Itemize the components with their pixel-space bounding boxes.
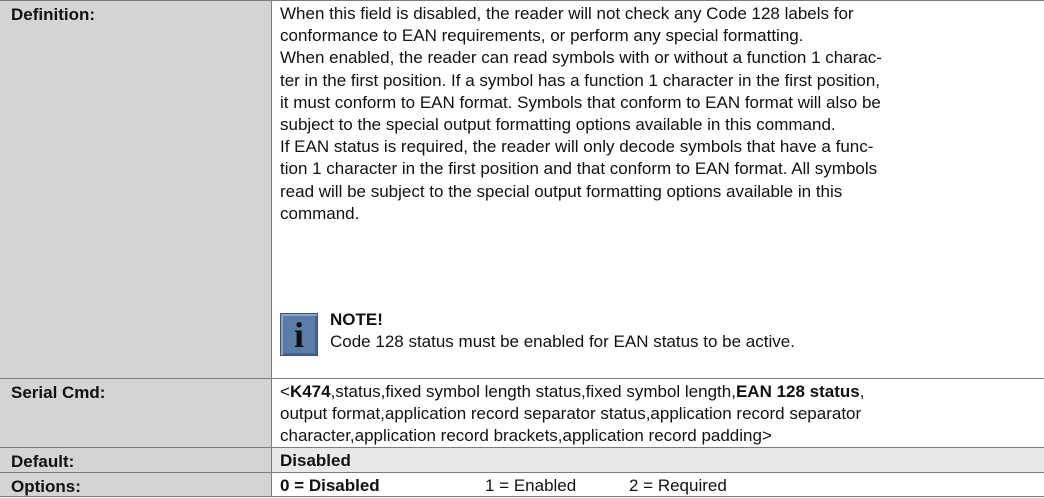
definition-row: Definition: When this field is disabled,… <box>0 0 1044 378</box>
options-cell: 0 = Disabled 1 = Enabled 2 = Required <box>272 473 1044 496</box>
serial-cmd-prefix: < <box>280 382 290 401</box>
definition-line: read will be subject to the special outp… <box>280 181 843 201</box>
serial-cmd-line: <K474,status,fixed symbol length status,… <box>280 381 1036 403</box>
definition-line: it must conform to EAN format. Symbols t… <box>280 92 881 112</box>
options-row: Options: 0 = Disabled 1 = Enabled 2 = Re… <box>0 472 1044 497</box>
serial-cmd-row: Serial Cmd: <K474,status,fixed symbol le… <box>0 378 1044 447</box>
note-box: i NOTE! Code 128 status must be enabled … <box>280 309 795 369</box>
serial-cmd-line: character,application record brackets,ap… <box>280 426 772 446</box>
note-text: Code 128 status must be enabled for EAN … <box>330 332 795 351</box>
serial-cmd-highlight: EAN 128 status <box>735 382 860 401</box>
option-enabled: 1 = Enabled <box>485 476 577 495</box>
options-label: Options: <box>0 473 272 496</box>
serial-cmd-comma: , <box>859 382 865 401</box>
serial-cmd-label: Serial Cmd: <box>0 379 272 447</box>
serial-cmd-cell: <K474,status,fixed symbol length status,… <box>272 379 1044 447</box>
info-icon: i <box>280 313 318 356</box>
definition-line: If EAN status is required, the reader wi… <box>280 137 874 157</box>
option-disabled: 0 = Disabled <box>280 476 380 495</box>
definition-line: subject to the special output formatting… <box>280 115 836 135</box>
serial-cmd-code: K474 <box>289 382 331 401</box>
definition-cell: When this field is disabled, the reader … <box>272 1 1044 378</box>
option-required: 2 = Required <box>629 476 727 495</box>
default-label: Default: <box>0 448 272 472</box>
note-title: NOTE! <box>330 310 383 329</box>
definition-line: When this field is disabled, the reader … <box>280 4 854 23</box>
parameter-table: Definition: When this field is disabled,… <box>0 0 1044 497</box>
definition-line: When enabled, the reader can read symbol… <box>280 48 882 68</box>
default-row: Default: Disabled <box>0 447 1044 472</box>
serial-cmd-line: output format,application record separat… <box>280 404 862 424</box>
default-cell: Disabled <box>272 448 1044 472</box>
definition-label: Definition: <box>0 1 272 378</box>
definition-line: tion 1 character in the first position a… <box>280 159 878 179</box>
definition-line: ter in the first position. If a symbol h… <box>280 70 881 90</box>
default-value: Disabled <box>280 451 351 470</box>
definition-line: command. <box>280 203 360 223</box>
serial-cmd-params: ,status,fixed symbol length status,fixed… <box>330 382 736 401</box>
definition-line: conformance to EAN requirements, or perf… <box>280 26 804 46</box>
